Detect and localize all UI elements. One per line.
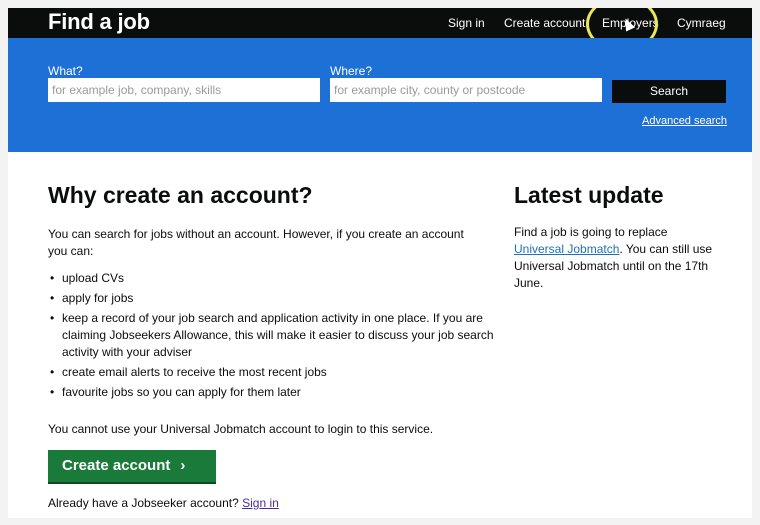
search-button[interactable]: Search [612, 80, 726, 103]
page-title: Why create an account? [48, 182, 313, 208]
create-account-button[interactable]: Create account › [48, 450, 216, 482]
sign-in-link[interactable]: Sign in [242, 496, 279, 510]
search-panel: What? Where? Search Advanced search [8, 38, 752, 152]
where-label: Where? [330, 64, 373, 78]
advanced-search-link[interactable]: Advanced search [642, 115, 727, 127]
list-item: create email alerts to receive the most … [48, 364, 498, 381]
what-input[interactable] [48, 78, 320, 102]
where-input[interactable] [330, 78, 602, 102]
list-item: upload CVs [48, 270, 498, 287]
list-item: apply for jobs [48, 290, 498, 307]
update-text-start: Find a job is going to replace [514, 225, 668, 239]
sign-in-prompt-text: Already have a Jobseeker account? [48, 496, 239, 510]
nav-sign-in-link[interactable]: Sign in [448, 8, 485, 38]
chevron-right-icon: › [180, 457, 186, 474]
what-label: What? [48, 64, 83, 78]
sign-in-prompt: Already have a Jobseeker account? Sign i… [48, 495, 448, 512]
nav-cymraeg-link[interactable]: Cymraeg [677, 8, 726, 38]
list-item: favourite jobs so you can apply for them… [48, 384, 498, 401]
latest-update-text: Find a job is going to replace Universal … [514, 224, 734, 292]
create-account-label: Create account [62, 457, 171, 474]
page-frame: Find a job Sign in Create account Employ… [8, 8, 752, 518]
nav-create-account-link[interactable]: Create account [504, 8, 585, 38]
list-item: keep a record of your job search and app… [48, 310, 498, 361]
top-header: Find a job Sign in Create account Employ… [8, 8, 752, 52]
latest-update-heading: Latest update [514, 182, 664, 208]
universal-jobmatch-link[interactable]: Universal Jobmatch [514, 242, 619, 256]
no-login-notice: You cannot use your Universal Jobmatch a… [48, 422, 434, 436]
benefits-list: upload CVs apply for jobs keep a record … [48, 270, 498, 404]
intro-text: You can search for jobs without an accou… [48, 227, 464, 258]
site-brand[interactable]: Find a job [48, 9, 150, 35]
